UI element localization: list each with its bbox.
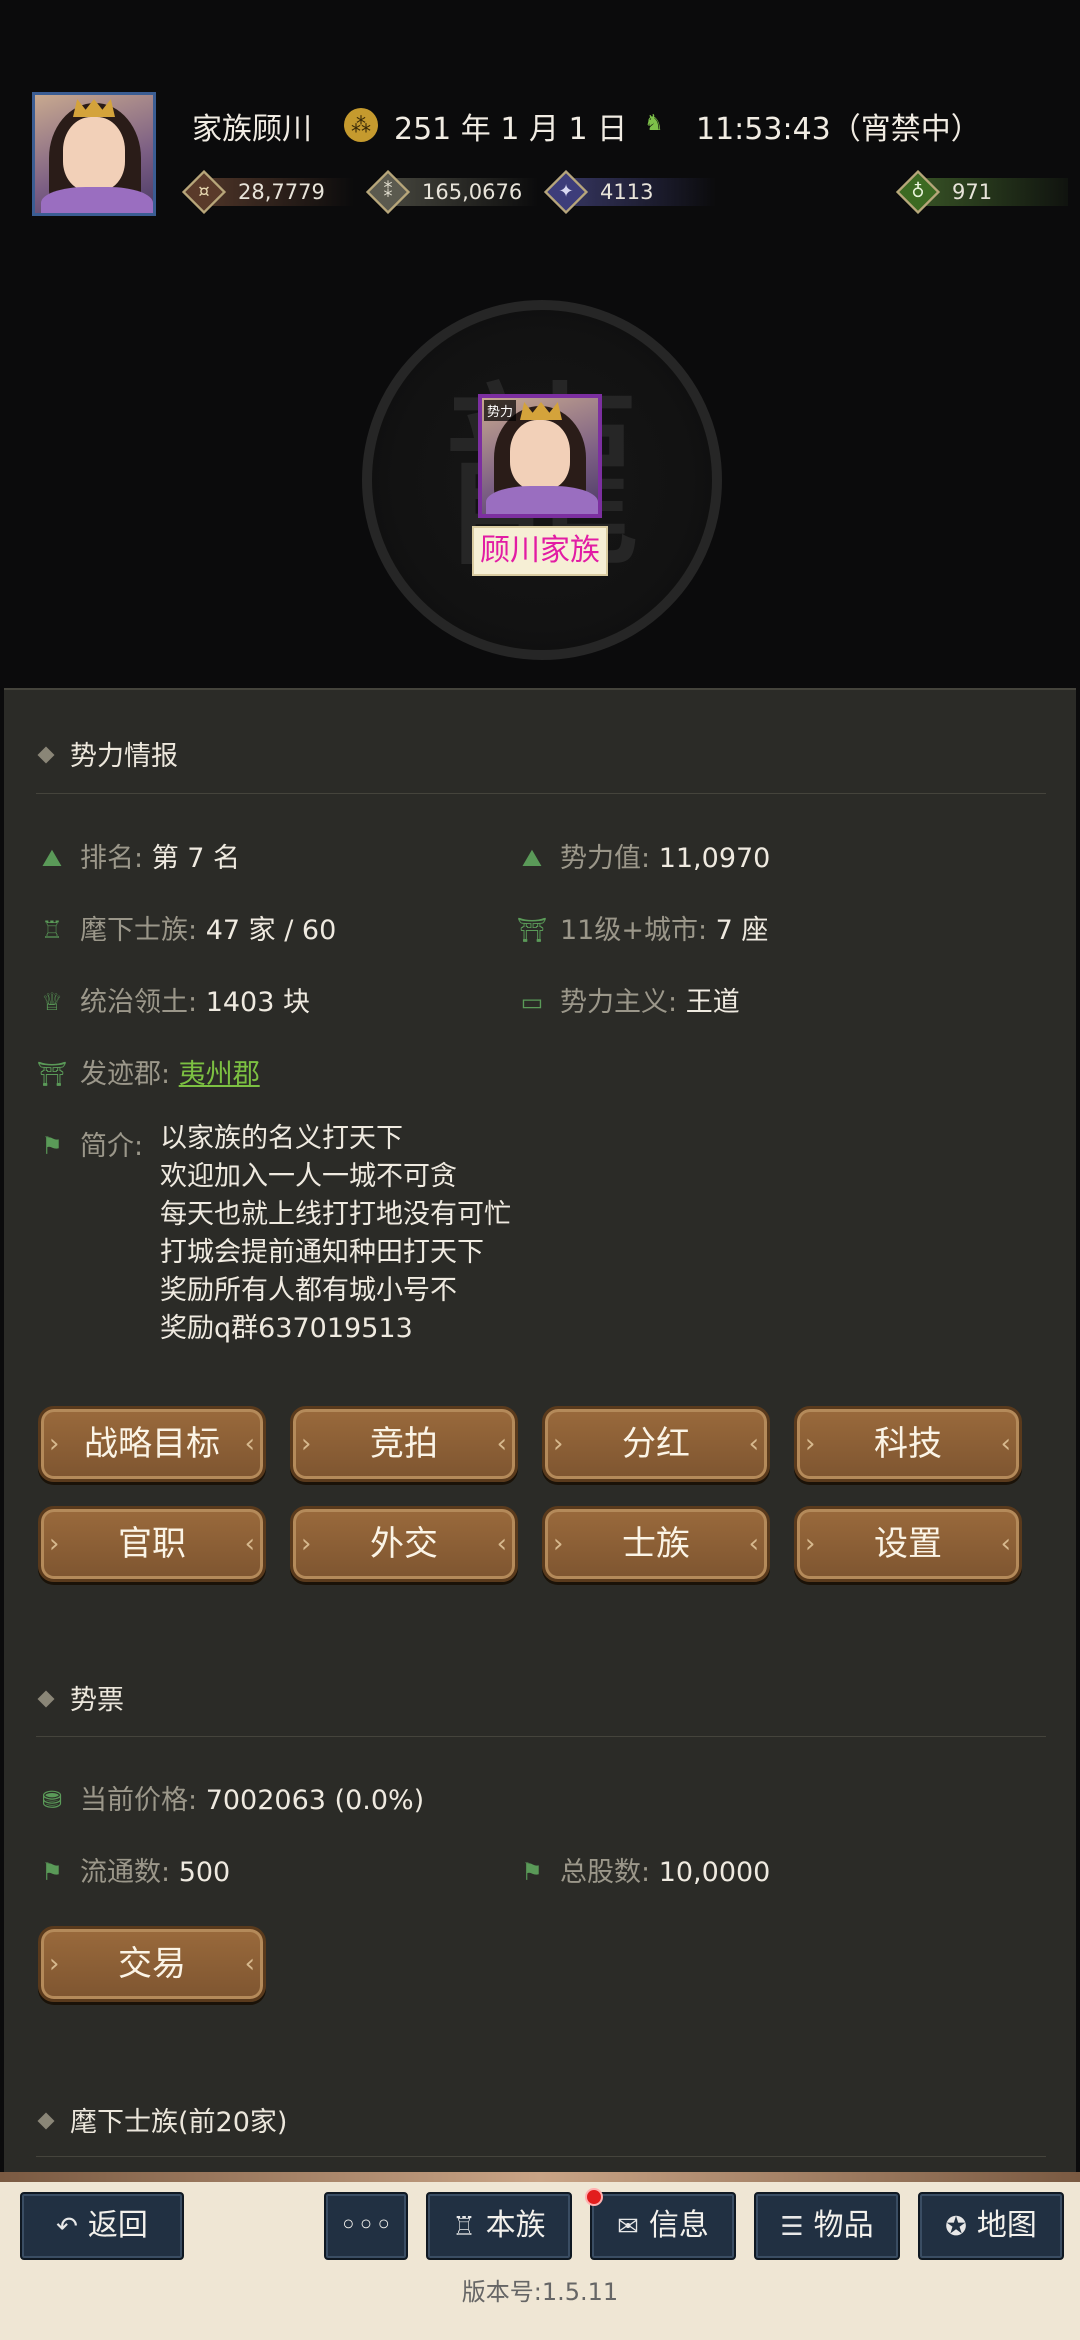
faction-name-label: 顾川家族 [472, 526, 608, 576]
player-avatar[interactable] [32, 92, 156, 216]
diamond-icon [37, 2112, 55, 2129]
chat-icon: ✉ [617, 2212, 639, 2242]
faction-leader-portrait[interactable]: 势力 [478, 394, 602, 518]
settings-button[interactable]: › 设置 ‹ [794, 1506, 1022, 1582]
horse-icon: ♞ [644, 111, 664, 136]
territory-icon: ♕ [41, 987, 63, 1016]
more-icon: ◦◦◦ [339, 2208, 393, 2243]
divider [36, 2156, 1046, 2157]
map-button[interactable]: ✪ 地图 [918, 2192, 1064, 2260]
pouch-icon: ♁ [911, 181, 925, 202]
grain-icon: ⁑ [383, 181, 393, 202]
clans-row: ♖ 麾下士族: 47 家 / 60 [36, 908, 336, 947]
diamond-icon [37, 1690, 55, 1707]
clan-icon: ♖ [41, 915, 63, 944]
diplomacy-button[interactable]: › 外交 ‹ [290, 1506, 518, 1582]
price-row: ⛃ 当前价格: 7002063 (0.0%) [36, 1778, 424, 1817]
flag-icon: ⚑ [41, 1131, 63, 1160]
notification-dot [585, 2188, 603, 2206]
divider [36, 1736, 1046, 1737]
total-shares-row: ⚑ 总股数: 10,0000 [516, 1850, 770, 1889]
game-date: 251 年 1 月 1 日 [394, 112, 628, 147]
diamond-icon [37, 746, 55, 763]
book-icon: ▭ [520, 987, 544, 1016]
territory-row: ♕ 统治领土: 1403 块 [36, 980, 310, 1019]
clans-button[interactable]: › 士族 ‹ [542, 1506, 770, 1582]
top-status-header: 家族顾川 ⁂ 251 年 1 月 1 日 ♞ 11:53:43（宵禁中） ¤ 2… [0, 0, 1080, 220]
section-title-stock: 势票 [37, 1678, 124, 1717]
city-gate-icon: ⛩ [36, 1059, 68, 1088]
intro-block: ⚑ 简介: 以家族的名义打天下 欢迎加入一人一城不可贪 每天也就上线打打地没有可忙 打城… [36, 1123, 1036, 1364]
float-row: ⚑ 流通数: 500 [36, 1850, 230, 1889]
officials-button[interactable]: › 官职 ‹ [38, 1506, 266, 1582]
messages-button[interactable]: ✉ 信息 [590, 2192, 736, 2260]
items-button[interactable]: ☰ 物品 [754, 2192, 900, 2260]
my-clan-button[interactable]: ♖ 本族 [426, 2192, 572, 2260]
section-title-info: 势力情报 [37, 734, 178, 773]
flag-icon: ⚑ [521, 1857, 543, 1886]
player-name: 家族顾川 [192, 112, 312, 147]
mountain-icon: ⛰ [521, 843, 543, 872]
calendar-icon: ⁂ [344, 108, 378, 142]
game-time: 11:53:43（宵禁中） [696, 112, 981, 147]
power-row: ⛰ 势力值: 11,0970 [516, 836, 770, 875]
intro-text: 以家族的名义打天下 欢迎加入一人一城不可贪 每天也就上线打打地没有可忙 打城会提前通知… [160, 1123, 511, 1344]
dividend-button[interactable]: › 分红 ‹ [542, 1406, 770, 1482]
items-icon: ☰ [780, 2212, 804, 2242]
back-arrow-icon: ↶ [56, 2212, 78, 2242]
trade-button[interactable]: › 交易 ‹ [38, 1926, 266, 2002]
rank-row: ⛰ 排名: 第 7 名 [36, 836, 240, 875]
cities-row: ⛩ 11级+城市: 7 座 [516, 915, 769, 946]
coin-icon: ¤ [198, 181, 210, 202]
mountain-icon: ⛰ [41, 843, 63, 872]
clan-icon: ♖ [452, 2212, 476, 2242]
auction-button[interactable]: › 竞拍 ‹ [290, 1406, 518, 1482]
origin-commandery-link[interactable]: 夷州郡 [179, 1059, 260, 1090]
city-gate-icon: ⛩ [516, 915, 548, 944]
back-button[interactable]: ↶ 返回 [20, 2192, 184, 2260]
divider [36, 793, 1046, 794]
decorative-strip [0, 2172, 1080, 2182]
version-label: 版本号:1.5.11 [461, 2278, 619, 2306]
coins-icon: ⛃ [41, 1785, 63, 1814]
doctrine-row: ▭ 势力主义: 王道 [516, 980, 740, 1019]
tech-button[interactable]: › 科技 ‹ [794, 1406, 1022, 1482]
soldier-icon: ✦ [558, 181, 574, 202]
compass-icon: ✪ [945, 2212, 967, 2242]
more-button[interactable]: ◦◦◦ [324, 2192, 408, 2260]
faction-info-panel: 势力情报 ⛰ 排名: 第 7 名 ⛰ 势力值: 11,0970 ♖ 麾下士族: 47 … [4, 688, 1076, 2180]
bottom-navigation: ↶ 返回 ◦◦◦ ♖ 本族 ✉ 信息 ☰ 物品 ✪ 地图 [0, 2182, 1080, 2340]
section-title-clans: 麾下士族(前20家) [37, 2100, 287, 2139]
origin-row: ⛩ 发迹郡: 夷州郡 [36, 1059, 260, 1090]
flag-icon: ⚑ [41, 1857, 63, 1886]
faction-tag: 势力 [484, 400, 517, 421]
strategy-goal-button[interactable]: › 战略目标 ‹ [38, 1406, 266, 1482]
